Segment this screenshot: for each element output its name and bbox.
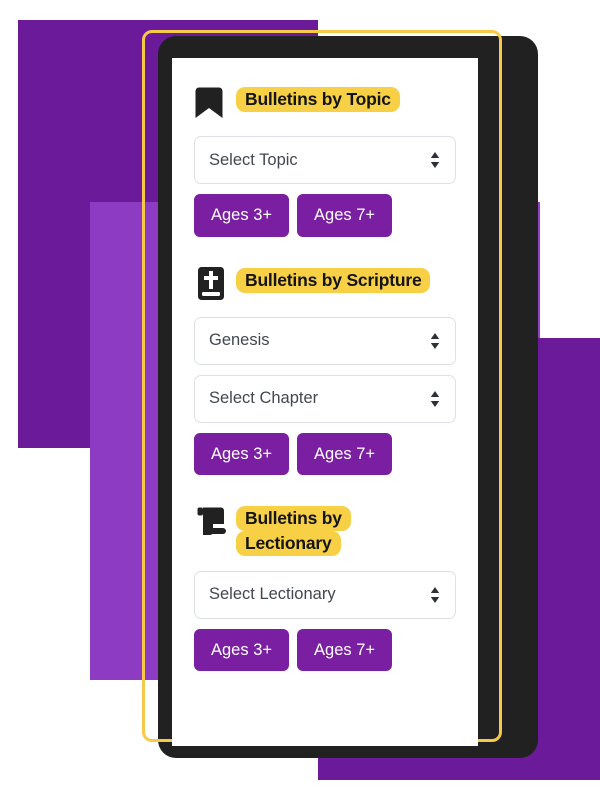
bulletins-panel: Bulletins by Topic Select Topic Ages 3+ Age…	[172, 58, 478, 746]
ages-3-plus-button[interactable]: Ages 3+	[194, 432, 290, 475]
section-heading-topic: Bulletins by Topic	[194, 84, 456, 122]
section-title-scripture: Bulletins by Scripture	[236, 265, 431, 293]
age-buttons-row: Ages 3+ Ages 7+	[194, 628, 456, 672]
section-title-topic: Bulletins by Topic	[236, 84, 400, 112]
section-title-line: Bulletins by Topic	[236, 87, 400, 112]
ages-7-plus-button[interactable]: Ages 7+	[297, 432, 393, 475]
section-title-line: Bulletins by	[236, 506, 351, 531]
scripture-book-select-value[interactable]: Genesis	[194, 316, 456, 365]
section-topic: Bulletins by Topic Select Topic Ages 3+ Age…	[194, 84, 456, 237]
scripture-chapter-select[interactable]: Select Chapter	[194, 374, 456, 423]
lectionary-select[interactable]: Select Lectionary	[194, 570, 456, 619]
lectionary-select-value[interactable]: Select Lectionary	[194, 570, 456, 619]
section-heading-scripture: Bulletins by Scripture	[194, 265, 456, 303]
ages-3-plus-button[interactable]: Ages 3+	[194, 194, 290, 237]
section-lectionary: Bulletins by Lectionary Select Lectionary A…	[194, 503, 456, 672]
scripture-book-select[interactable]: Genesis	[194, 316, 456, 365]
section-title-line: Lectionary	[236, 531, 341, 557]
section-title-lectionary: Bulletins by Lectionary	[236, 503, 351, 557]
bible-icon	[194, 265, 228, 303]
bookmark-icon	[194, 84, 228, 122]
section-title-line: Bulletins by Scripture	[236, 267, 431, 293]
topic-select[interactable]: Select Topic	[194, 136, 456, 184]
ages-3-plus-button[interactable]: Ages 3+	[194, 628, 290, 672]
age-buttons-row: Ages 3+ Ages 7+	[194, 432, 456, 475]
section-heading-lectionary: Bulletins by Lectionary	[194, 503, 456, 557]
age-buttons-row: Ages 3+ Ages 7+	[194, 194, 456, 237]
ages-7-plus-button[interactable]: Ages 7+	[297, 194, 393, 237]
scroll-icon	[194, 503, 228, 541]
scripture-chapter-select-value[interactable]: Select Chapter	[194, 374, 456, 423]
screenshot-stage: Bulletins by Topic Select Topic Ages 3+ Age…	[0, 0, 600, 800]
section-scripture: Bulletins by Scripture Genesis Select Chap…	[194, 265, 456, 475]
topic-select-value[interactable]: Select Topic	[194, 136, 456, 184]
ages-7-plus-button[interactable]: Ages 7+	[297, 628, 393, 672]
